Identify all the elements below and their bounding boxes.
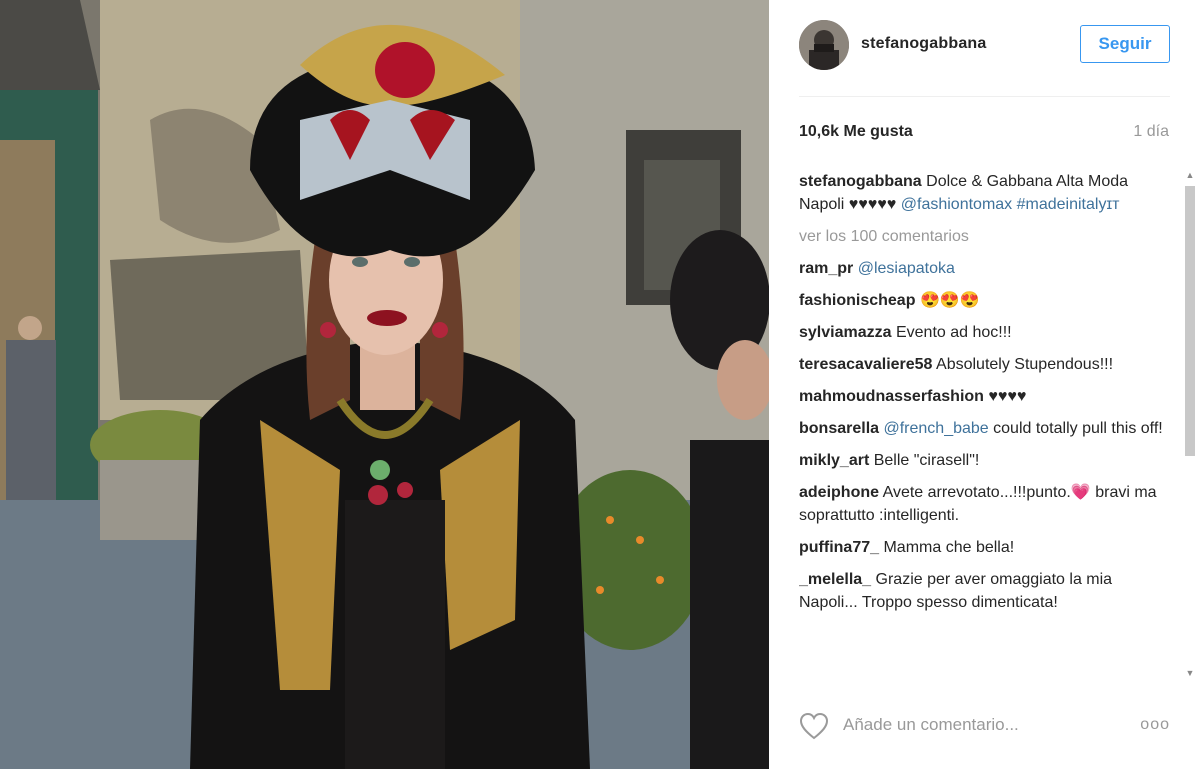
post-details-panel: stefanogabbana Seguir 10,6k Me gusta 1 d… [769,0,1200,769]
caption-mention[interactable]: @fashiontomax [901,196,1012,213]
comment-item: teresacavaliere58 Absolutely Stupendous!… [799,353,1175,376]
comment-username[interactable]: adeiphone [799,484,879,501]
comment-item: mahmoudnasserfashion ♥♥♥♥ [799,385,1175,408]
comment-mention[interactable]: @lesiapatoka [858,260,955,277]
scrollbar-thumb[interactable] [1185,186,1195,456]
view-all-comments-link[interactable]: ver los 100 comentarios [799,225,1175,248]
comment-username[interactable]: fashionischeap [799,292,915,309]
add-comment-input[interactable]: Añade un comentario... [843,715,1019,735]
post-timestamp[interactable]: 1 día [1133,123,1169,141]
comment-item: puffina77_ Mamma che bella! [799,536,1175,559]
caption-username[interactable]: stefanogabbana [799,173,922,190]
comment-username[interactable]: _melella_ [799,571,871,588]
comment-footer: Añade un comentario... ooo [799,712,1170,742]
comment-text: 😍😍😍 [919,292,980,309]
comments-scrollbar[interactable]: ▲ ▼ [1183,168,1197,680]
comment-item: fashionischeap 😍😍😍 [799,289,1175,312]
comment-text: Mamma che bella! [883,539,1015,556]
comment-text: ♥♥♥♥ [988,388,1027,405]
photo-image [0,0,769,769]
comment-item: sylviamazza Evento ad hoc!!! [799,321,1175,344]
comment-item: ram_pr @lesiapatoka [799,257,1175,280]
comment-item: bonsarella @french_babe could totally pu… [799,417,1175,440]
comment-username[interactable]: mikly_art [799,452,869,469]
post-photo[interactable] [0,0,769,769]
heart-outline-icon[interactable] [799,712,829,740]
comment-mention[interactable]: @french_babe [883,420,988,437]
comments-list: stefanogabbana Dolce & Gabbana Alta Moda… [799,170,1175,682]
scroll-down-icon[interactable]: ▼ [1183,666,1197,680]
avatar-image [799,20,849,70]
comment-username[interactable]: teresacavaliere58 [799,356,932,373]
comment-username[interactable]: sylviamazza [799,324,892,341]
caption: stefanogabbana Dolce & Gabbana Alta Moda… [799,170,1175,216]
scroll-up-icon[interactable]: ▲ [1183,168,1197,182]
comment-container: ram_pr @lesiapatoka fashionischeap 😍😍😍 sy… [799,257,1175,614]
post-author-username[interactable]: stefanogabbana [861,35,987,53]
follow-button[interactable]: Seguir [1080,25,1170,63]
avatar[interactable] [799,20,849,70]
comment-item: mikly_art Belle "cirasell"! [799,449,1175,472]
comment-text: Evento ad hoc!!! [895,324,1012,341]
comment-item: _melella_ Grazie per aver omaggiato la m… [799,568,1175,614]
comment-username[interactable]: mahmoudnasserfashion [799,388,984,405]
comment-item: adeiphone Avete arrevotato...!!!punto.💗 … [799,481,1175,527]
caption-hashtag[interactable]: #madeinitalyɪᴛ [1017,196,1120,213]
comment-username[interactable]: puffina77_ [799,539,879,556]
comment-text: could totally pull this off! [993,420,1163,437]
post-header: stefanogabbana Seguir [799,20,1170,97]
comment-username[interactable]: bonsarella [799,420,879,437]
comment-text: Belle "cirasell"! [873,452,980,469]
comment-text: Absolutely Stupendous!!! [936,356,1114,373]
more-options-icon[interactable]: ooo [1140,716,1170,734]
like-count[interactable]: 10,6k Me gusta [799,123,913,141]
comment-username[interactable]: ram_pr [799,260,853,277]
